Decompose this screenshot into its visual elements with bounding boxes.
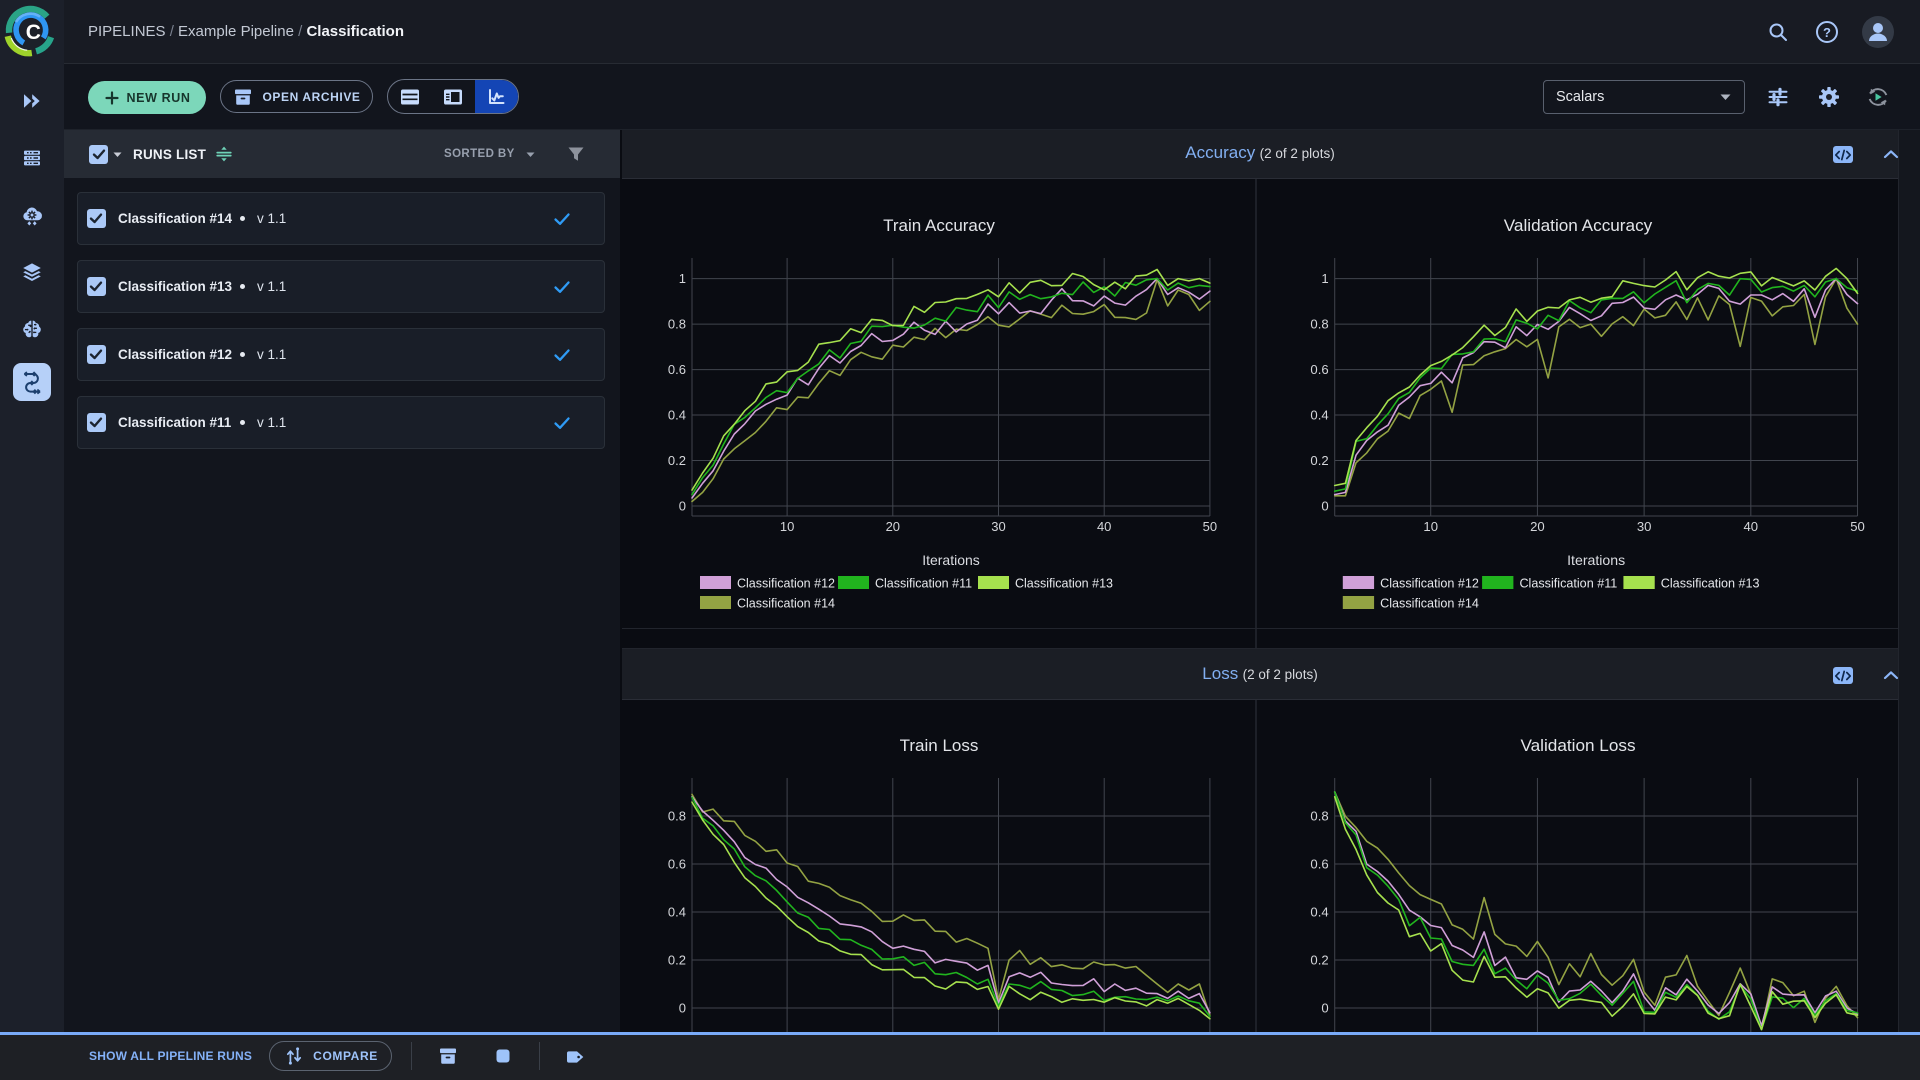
svg-text:Iterations: Iterations <box>922 552 980 568</box>
svg-text:20: 20 <box>1530 519 1545 534</box>
svg-text:Train Accuracy: Train Accuracy <box>883 216 995 235</box>
svg-text:0.2: 0.2 <box>668 453 686 468</box>
svg-text:1: 1 <box>679 271 686 286</box>
svg-text:40: 40 <box>1097 519 1111 534</box>
svg-text:0.4: 0.4 <box>668 408 686 423</box>
svg-text:Classification #12: Classification #12 <box>737 577 835 591</box>
svg-text:Classification #12: Classification #12 <box>1380 577 1479 591</box>
svg-text:0.6: 0.6 <box>668 857 686 872</box>
svg-text:Classification #13: Classification #13 <box>1661 577 1760 591</box>
svg-text:0.8: 0.8 <box>668 809 686 824</box>
svg-text:0.6: 0.6 <box>668 362 686 377</box>
svg-text:0: 0 <box>1321 499 1328 514</box>
svg-text:0: 0 <box>679 499 686 514</box>
svg-text:10: 10 <box>1423 519 1438 534</box>
svg-text:0.4: 0.4 <box>1310 408 1328 423</box>
svg-text:Iterations: Iterations <box>1567 552 1625 568</box>
svg-text:40: 40 <box>1744 519 1759 534</box>
svg-text:Classification #11: Classification #11 <box>875 577 972 591</box>
svg-text:0.2: 0.2 <box>1310 453 1328 468</box>
svg-text:0.4: 0.4 <box>668 905 686 920</box>
svg-text:0.6: 0.6 <box>1310 857 1328 872</box>
svg-text:30: 30 <box>991 519 1005 534</box>
svg-text:30: 30 <box>1637 519 1652 534</box>
svg-text:0.2: 0.2 <box>1310 953 1328 968</box>
svg-text:Validation Loss: Validation Loss <box>1520 736 1635 755</box>
svg-text:10: 10 <box>780 519 794 534</box>
svg-text:Classification #14: Classification #14 <box>1380 597 1479 611</box>
svg-text:Classification #14: Classification #14 <box>737 597 835 611</box>
svg-text:Classification #13: Classification #13 <box>1015 577 1113 591</box>
svg-text:0.8: 0.8 <box>668 317 686 332</box>
svg-text:Classification #11: Classification #11 <box>1519 577 1617 591</box>
svg-text:1: 1 <box>1321 271 1328 286</box>
svg-text:0.8: 0.8 <box>1310 317 1328 332</box>
svg-text:Validation Accuracy: Validation Accuracy <box>1504 216 1653 235</box>
svg-text:C: C <box>26 21 41 44</box>
svg-text:50: 50 <box>1203 519 1217 534</box>
svg-text:0.2: 0.2 <box>668 953 686 968</box>
svg-text:0.6: 0.6 <box>1310 362 1328 377</box>
svg-text:?: ? <box>1823 25 1831 40</box>
svg-text:Train Loss: Train Loss <box>900 736 979 755</box>
svg-text:50: 50 <box>1850 519 1865 534</box>
svg-text:0.8: 0.8 <box>1310 809 1328 824</box>
svg-text:0: 0 <box>1321 1001 1328 1016</box>
svg-text:0: 0 <box>679 1001 686 1016</box>
svg-text:20: 20 <box>886 519 900 534</box>
svg-text:0.4: 0.4 <box>1310 905 1328 920</box>
